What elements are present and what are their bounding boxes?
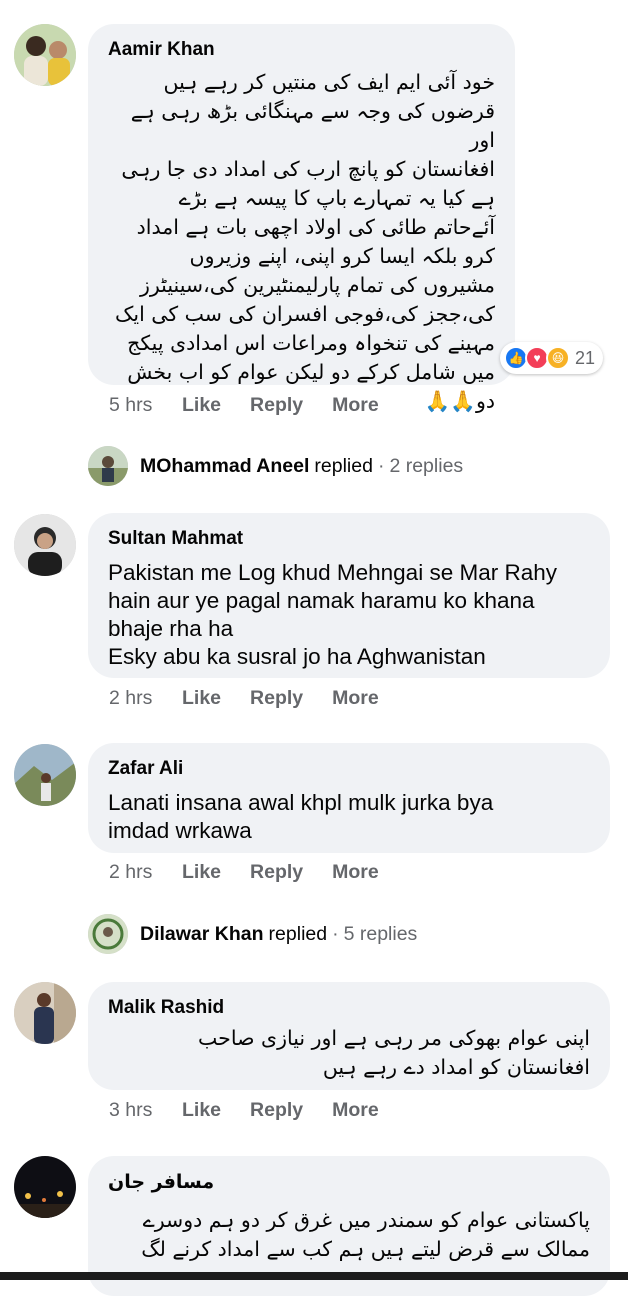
comment-actions: 5 hrs Like Reply More	[109, 394, 408, 417]
more-button[interactable]: More	[332, 687, 379, 710]
comment-actions: 2 hrs Like Reply More	[109, 861, 408, 884]
more-button[interactable]: More	[332, 394, 379, 417]
reply-button[interactable]: Reply	[250, 687, 303, 710]
reply-button[interactable]: Reply	[250, 1099, 303, 1122]
comment-bubble: Aamir Khan خود آئی ایم ایف کی منتیں کر ر…	[88, 24, 515, 413]
comment-text: اپنی عوام بھوکی مر رہی ہے اور نیازی صاحب…	[198, 1026, 590, 1079]
like-button[interactable]: Like	[182, 394, 221, 417]
separator-dot: ·	[332, 922, 339, 945]
comment-author[interactable]: Malik Rashid	[108, 996, 590, 1020]
comment-author[interactable]: Aamir Khan	[108, 38, 495, 62]
like-button[interactable]: Like	[182, 687, 221, 710]
comment-author[interactable]: Zafar Ali	[108, 757, 590, 781]
avatar-photo-icon	[14, 24, 76, 86]
comment-bubble: Zafar Ali Lanati insana awal khpl mulk j…	[88, 743, 610, 853]
haha-reaction-icon: 😆	[546, 346, 570, 370]
comment-text: خود آئی ایم ایف کی منتیں کر رہے ہیں قرضو…	[115, 70, 495, 413]
replier-name: MOhammad Aneel	[140, 454, 310, 477]
comment-timestamp[interactable]: 3 hrs	[109, 1099, 182, 1122]
avatar	[88, 914, 128, 954]
avatar-photo-icon	[14, 982, 76, 1044]
comment-text: Lanati insana awal khpl mulk jurka bya i…	[108, 790, 494, 843]
replier-name: Dilawar Khan	[140, 922, 264, 945]
avatar[interactable]	[14, 514, 76, 576]
view-replies-link[interactable]: MOhammad Aneel replied · 2 replies	[88, 444, 463, 488]
comment-text: پاکستانی عوام کو سمندر میں غرق کر دو ہم …	[141, 1208, 590, 1261]
comment-actions: 3 hrs Like Reply More	[109, 1099, 408, 1122]
bottom-bar	[0, 1272, 628, 1280]
comment-timestamp[interactable]: 5 hrs	[109, 394, 182, 417]
more-button[interactable]: More	[332, 1099, 379, 1122]
avatar	[88, 446, 128, 486]
reply-button[interactable]: Reply	[250, 861, 303, 884]
reply-count: 5 replies	[343, 922, 418, 945]
avatar-photo-icon	[14, 1156, 76, 1218]
view-replies-link[interactable]: Dilawar Khan replied · 5 replies	[88, 912, 417, 956]
comment-bubble: Malik Rashid اپنی عوام بھوکی مر رہی ہے ا…	[88, 982, 610, 1090]
replied-label: replied	[314, 454, 373, 477]
comment-bubble: Sultan Mahmat Pakistan me Log khud Mehng…	[88, 513, 610, 678]
like-button[interactable]: Like	[182, 1099, 221, 1122]
separator-dot: ·	[377, 454, 385, 477]
reaction-count: 21	[575, 347, 596, 368]
comment-author[interactable]: Sultan Mahmat	[108, 527, 590, 551]
avatar[interactable]	[14, 24, 76, 86]
replied-label: replied	[268, 922, 328, 945]
avatar[interactable]	[14, 982, 76, 1044]
reply-button[interactable]: Reply	[250, 394, 303, 417]
reaction-summary[interactable]: 👍 ♥ 😆 21	[500, 342, 604, 374]
avatar[interactable]	[14, 744, 76, 806]
avatar[interactable]	[14, 1156, 76, 1218]
comment-author[interactable]: مسافر جان	[108, 1170, 590, 1194]
like-button[interactable]: Like	[182, 861, 221, 884]
comment-timestamp[interactable]: 2 hrs	[109, 687, 182, 710]
avatar-photo-icon	[88, 446, 128, 486]
comment-text: Pakistan me Log khud Mehngai se Mar Rahy…	[108, 560, 557, 669]
comment-timestamp[interactable]: 2 hrs	[109, 861, 182, 884]
reply-count: 2 replies	[389, 454, 464, 477]
avatar-photo-icon	[88, 914, 128, 954]
avatar-photo-icon	[14, 514, 76, 576]
comment-actions: 2 hrs Like Reply More	[109, 687, 408, 710]
more-button[interactable]: More	[332, 861, 379, 884]
avatar-photo-icon	[14, 744, 76, 806]
